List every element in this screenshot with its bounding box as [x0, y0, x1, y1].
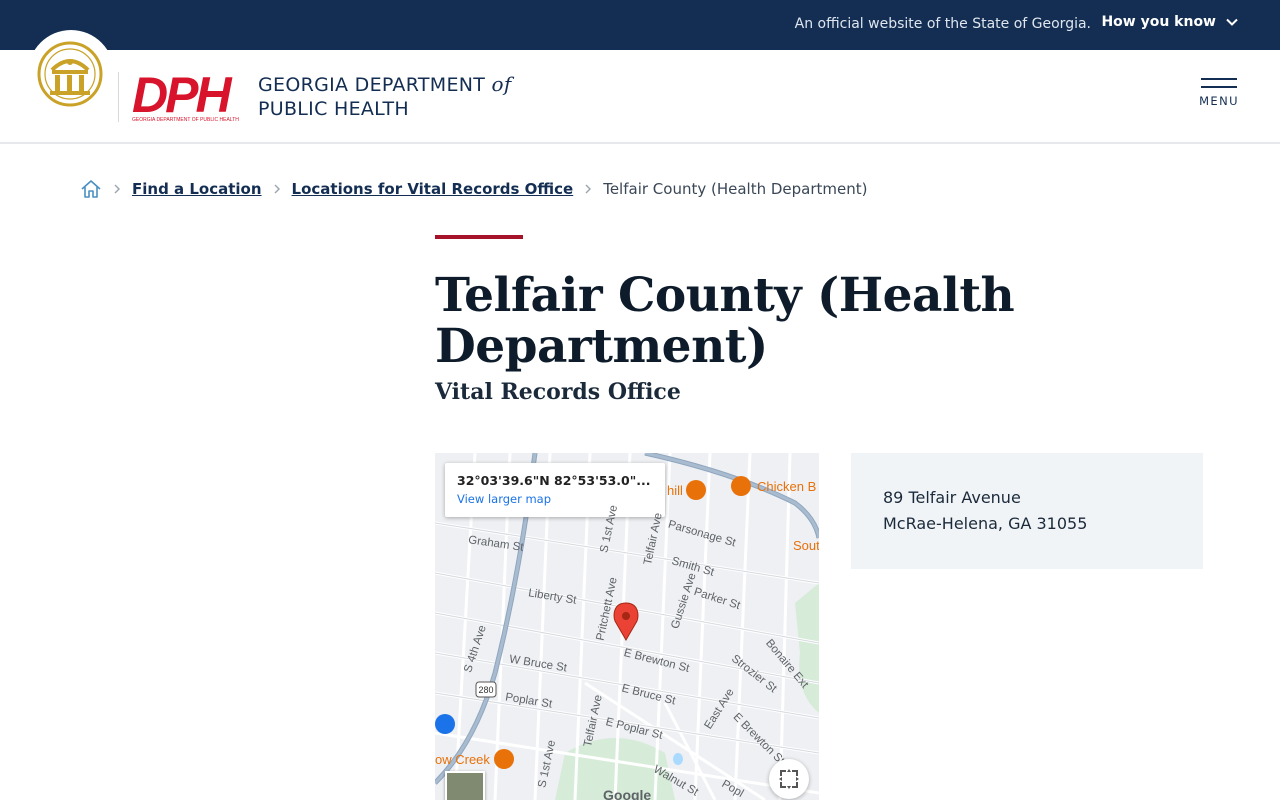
location-map[interactable]: 280 32°03'39.6"N 82°53'53.0"... View lar…	[435, 453, 819, 800]
breadcrumb-vital-records[interactable]: Locations for Vital Records Office	[292, 180, 574, 198]
org-name-line1: GEORGIA DEPARTMENT	[258, 74, 486, 96]
menu-button[interactable]: MENU	[1196, 78, 1242, 122]
title-accent-line	[435, 235, 523, 239]
poi-label[interactable]: Chicken B	[757, 479, 816, 494]
breadcrumb: Find a Location Locations for Vital Reco…	[80, 178, 868, 200]
map-info-card: 32°03'39.6"N 82°53'53.0"... View larger …	[445, 463, 665, 517]
fullscreen-icon	[779, 769, 799, 789]
menu-label: MENU	[1199, 94, 1239, 108]
poi-label[interactable]: Sout	[793, 538, 819, 553]
official-website-text: An official website of the State of Geor…	[794, 16, 1091, 32]
route-280-label: 280	[478, 685, 493, 695]
google-logo: Google	[603, 787, 652, 800]
satellite-toggle[interactable]	[445, 771, 485, 800]
org-name[interactable]: GEORGIA DEPARTMENT of PUBLIC HEALTH	[258, 72, 512, 121]
chevron-right-icon	[585, 184, 592, 194]
page-title: Telfair County (Health Department)	[435, 268, 1015, 374]
hamburger-icon	[1201, 78, 1237, 80]
dph-logo[interactable]: DPH GEORGIA DEPARTMENT OF PUBLIC HEALTH	[130, 68, 242, 124]
how-you-know-button[interactable]: How you know	[1101, 14, 1240, 30]
hamburger-icon-bar	[1201, 86, 1237, 88]
dph-logo-letters: DPH	[132, 68, 232, 123]
view-larger-map-link[interactable]: View larger map	[457, 492, 653, 506]
how-you-know-label: How you know	[1101, 14, 1216, 30]
poi-label[interactable]: hill	[667, 483, 683, 498]
logo-divider	[118, 72, 119, 122]
dph-logo-caption: GEORGIA DEPARTMENT OF PUBLIC HEALTH	[132, 117, 239, 123]
georgia-seal-icon[interactable]	[36, 40, 104, 108]
address-line2: McRae-Helena, GA 31055	[883, 514, 1088, 533]
map-coordinates: 32°03'39.6"N 82°53'53.0"...	[457, 473, 651, 488]
page-subtitle: Vital Records Office	[435, 379, 681, 405]
breadcrumb-current: Telfair County (Health Department)	[603, 180, 868, 198]
site-header: DPH GEORGIA DEPARTMENT OF PUBLIC HEALTH …	[0, 30, 1280, 144]
chevron-right-icon	[114, 184, 120, 194]
fullscreen-button[interactable]	[769, 759, 809, 799]
chevron-down-icon	[1226, 18, 1238, 26]
address-line1: 89 Telfair Avenue	[883, 488, 1021, 507]
chevron-right-icon	[274, 184, 280, 194]
home-icon[interactable]	[80, 178, 102, 200]
breadcrumb-find-location[interactable]: Find a Location	[132, 180, 262, 198]
org-name-of: of	[491, 72, 512, 96]
gov-banner: An official website of the State of Geor…	[0, 0, 1280, 50]
org-name-line2: PUBLIC HEALTH	[258, 98, 409, 120]
poi-label[interactable]: ow Creek	[435, 752, 490, 767]
address-card: 89 Telfair Avenue McRae-Helena, GA 31055	[851, 453, 1203, 569]
